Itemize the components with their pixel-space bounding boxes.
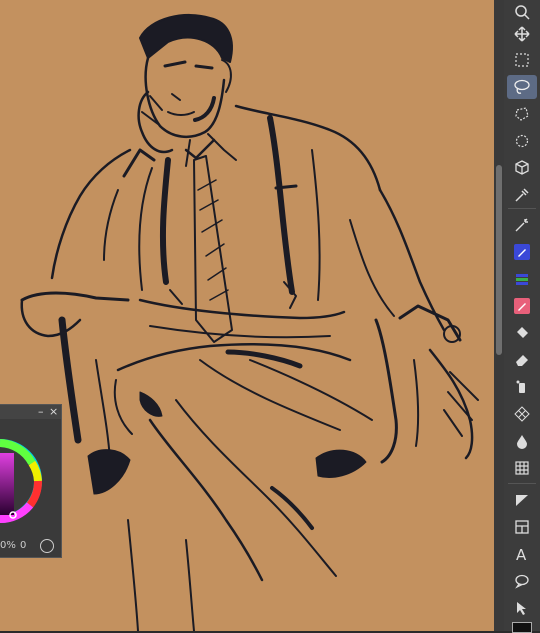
palette-settings-icon[interactable] [40,539,54,553]
color-wheel[interactable] [0,421,62,541]
move-icon[interactable] [507,22,537,46]
value-left: 0% [0,540,16,551]
text-icon[interactable]: A [507,542,537,566]
pencil-icon[interactable] [507,294,537,318]
scrollbar-thumb[interactable] [496,165,502,355]
frame-icon[interactable] [507,515,537,539]
primary-color-swatch[interactable] [512,622,532,633]
fill-icon[interactable] [507,321,537,345]
pointer-icon[interactable] [507,596,537,620]
lasso-icon[interactable] [507,75,537,99]
palette-header: – × [0,405,61,419]
drawing-canvas[interactable]: – × 0% 0 [0,0,494,631]
grid-icon[interactable] [507,456,537,480]
drop-icon[interactable] [507,429,537,453]
magnifier-icon[interactable] [507,0,537,24]
vertical-scrollbar[interactable] [494,0,504,631]
cube-icon[interactable] [507,156,537,180]
sketch-artwork [0,0,494,631]
eyedropper-icon[interactable] [507,183,537,207]
polygon-select-icon[interactable] [507,102,537,126]
palette-footer: 0% 0 [0,537,61,555]
blend-icon[interactable] [507,375,537,399]
gradient-icon[interactable] [507,267,537,291]
minimize-button[interactable]: – [38,405,44,419]
tool-palette: A [504,0,540,633]
pen-icon[interactable] [507,240,537,264]
eraser-icon[interactable] [507,348,537,372]
value-right: 0 [20,540,27,551]
toolbar-divider [508,208,536,209]
rect-select-icon[interactable] [507,48,537,72]
color-palette-panel[interactable]: – × 0% 0 [0,404,62,558]
speech-bubble-icon[interactable] [507,569,537,593]
magic-wand-icon[interactable] [507,213,537,237]
close-button[interactable]: × [49,405,58,419]
toolbar-divider [508,483,536,484]
svg-text:A: A [516,546,527,562]
rotate-icon[interactable] [507,129,537,153]
triangle-icon[interactable] [507,488,537,512]
pattern-icon[interactable] [507,402,537,426]
